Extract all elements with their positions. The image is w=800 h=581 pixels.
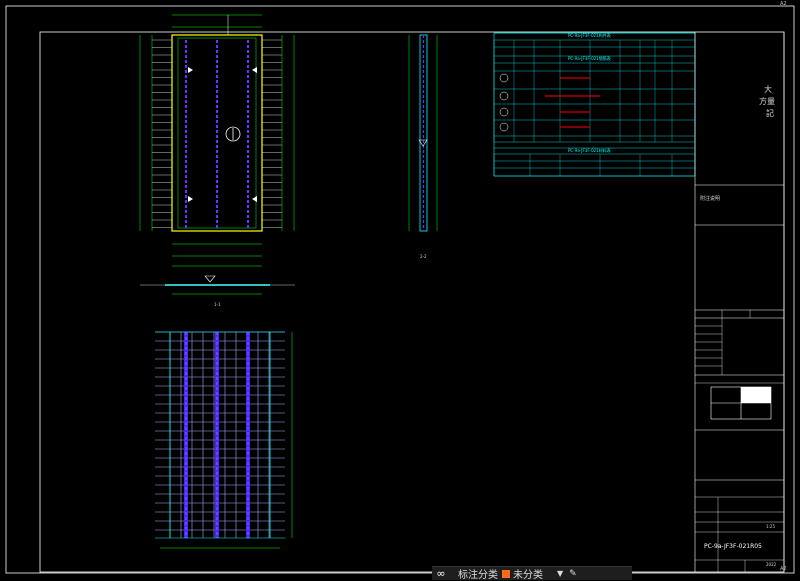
corner-mark-top: A2	[780, 1, 787, 7]
infinity-icon[interactable]: ∞	[432, 567, 450, 580]
section-mark-2-2: 2-2	[420, 254, 427, 259]
rebar-view	[155, 331, 293, 549]
side-title-3: 記	[766, 109, 774, 118]
inner-frame	[39, 31, 785, 573]
table-header-1: PC-9a-JF3F-021构件表	[568, 33, 611, 38]
table-header-2: PC-9a-JF3F-021钢筋表	[568, 56, 611, 61]
component-table	[493, 32, 696, 177]
section-mark-1-1: 1-1	[214, 302, 221, 307]
table-header-3: PC-9a-JF3F-021材料表	[568, 148, 611, 153]
pen-icon[interactable]: ✎	[569, 569, 577, 579]
outer-frame	[5, 5, 795, 574]
bottom-toolbar: ∞ 标注分类 未分类 ▼ ✎	[432, 566, 632, 581]
remark-label: 附注说明	[700, 196, 721, 202]
plan-view	[139, 14, 295, 267]
sheet-value: 2022	[766, 562, 777, 567]
side-view	[408, 34, 438, 232]
drawing-number: PC-9a-JF3F-021R05	[704, 543, 762, 550]
side-title-2: 方量	[759, 97, 775, 106]
layer-color-swatch	[502, 569, 510, 578]
corner-mark-bottom: A2	[780, 566, 787, 572]
section-1-1	[140, 275, 295, 295]
chevron-down-icon[interactable]: ▼	[557, 569, 563, 578]
cad-drawing-canvas[interactable]	[0, 0, 800, 579]
side-title-1: 大	[764, 85, 772, 94]
scale-value: 1:25	[766, 524, 775, 529]
